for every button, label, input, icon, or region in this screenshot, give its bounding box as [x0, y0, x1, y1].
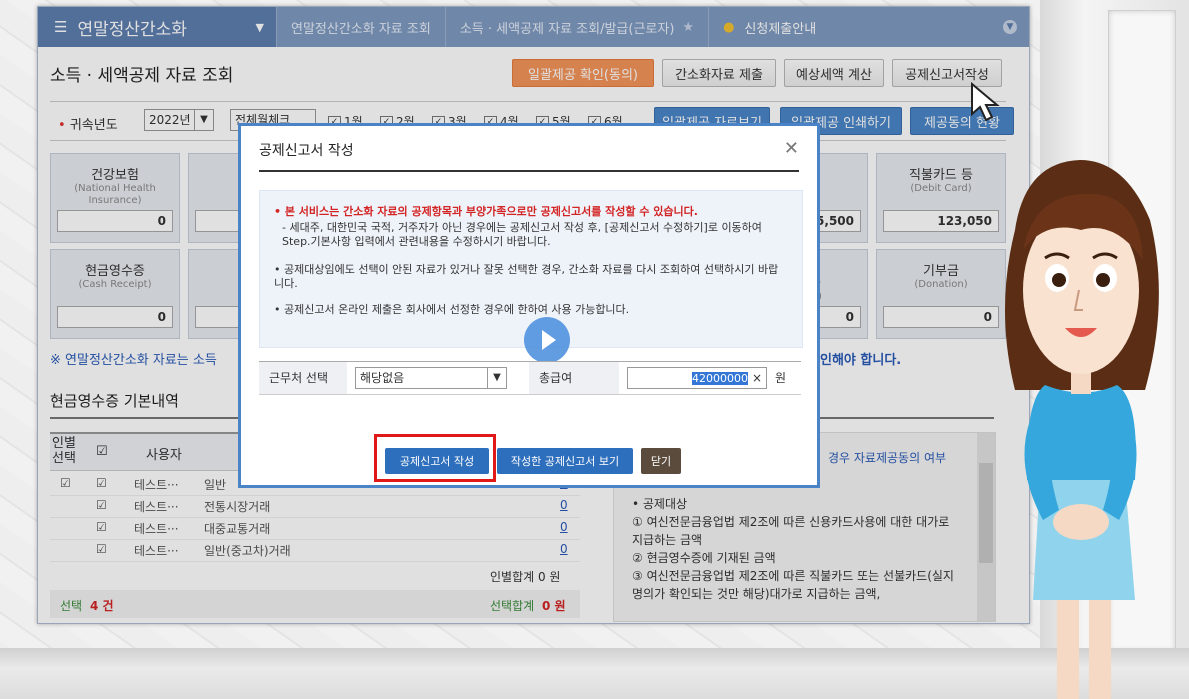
salary-label: 총급여 [529, 362, 619, 394]
character-legs [1057, 590, 1111, 699]
workplace-select[interactable]: 해당없음 ▼ [355, 367, 507, 389]
workplace-label: 근무처 선택 [259, 362, 347, 394]
deduction-modal: 공제신고서 작성 ✕ • 본 서비스는 간소화 자료의 공제항목과 부양가족으로… [238, 123, 820, 488]
workplace-value: 해당없음 [360, 371, 405, 385]
highlight-box [374, 434, 496, 482]
info-line-2: • 공제대상임에도 선택이 안된 자료가 있거나 잘못 선택한 경우, 간소화 … [274, 263, 779, 290]
modal-close-button[interactable]: 닫기 [641, 448, 681, 474]
guide-character [1005, 160, 1159, 699]
info-line-3: • 공제신고서 온라인 제출은 회사에서 선정한 경우에 한하여 사용 가능합니… [274, 303, 630, 316]
character-body [1024, 372, 1137, 540]
salary-unit: 원 [775, 371, 787, 385]
info-warning: • 본 서비스는 간소화 자료의 공제항목과 부양가족으로만 공제신고서를 작성… [274, 205, 698, 218]
close-icon[interactable]: ✕ [784, 138, 799, 159]
modal-divider [259, 170, 799, 172]
salary-value: 42000000 [692, 372, 748, 385]
clear-icon[interactable]: × [752, 368, 762, 388]
view-written-button[interactable]: 작성한 공제신고서 보기 [497, 448, 633, 474]
modal-form-row: 근무처 선택 해당없음 ▼ 총급여 42000000 × 원 [259, 361, 801, 395]
dropdown-arrow-icon: ▼ [487, 368, 506, 388]
info-line-1: - 세대주, 대한민국 국적, 거주자가 아닌 경우에는 공제신고서 작성 후,… [282, 221, 762, 248]
salary-input[interactable]: 42000000 × [627, 367, 767, 389]
modal-title: 공제신고서 작성 [259, 143, 354, 159]
modal-info-box: • 본 서비스는 간소화 자료의 공제항목과 부양가족으로만 공제신고서를 작성… [259, 190, 803, 363]
mouse-cursor-icon [971, 82, 1000, 122]
play-icon[interactable] [524, 317, 570, 363]
